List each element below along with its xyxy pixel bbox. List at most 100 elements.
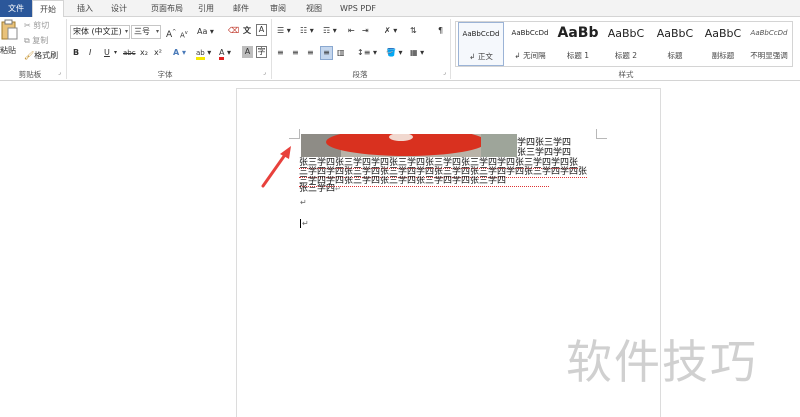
numbering-button[interactable]: ☷ ▾ [300, 25, 314, 37]
paste-label: 粘贴 [0, 46, 16, 55]
shrink-font-button[interactable]: Av [180, 27, 188, 41]
style-preview: AaBbC [607, 27, 645, 40]
font-group-label: 字体 [157, 70, 173, 79]
tab-wps-pdf[interactable]: WPS PDF [336, 0, 380, 17]
superscript-button[interactable]: x² [154, 47, 162, 59]
enclose-char-button[interactable]: 字 [256, 46, 267, 58]
font-size-select[interactable]: 三号 ▾ [131, 25, 161, 39]
paragraph-mark: ↵ [300, 219, 309, 228]
phonetic-guide-button[interactable]: 文 [243, 25, 251, 37]
font-color-icon: A [219, 48, 225, 60]
font-name-value: 宋体 (中文正) [73, 27, 122, 36]
decrease-indent-icon: ⇤ [348, 26, 355, 35]
align-right-button[interactable]: ≡ [307, 47, 314, 59]
tab-design[interactable]: 设计 [104, 0, 134, 17]
text-effects-button[interactable]: A ▾ [173, 47, 186, 59]
red-arrow-icon [261, 146, 291, 188]
phonetic-guide-icon: 文 [243, 26, 251, 35]
distributed-button[interactable]: ▥ [337, 47, 345, 59]
cut-button[interactable]: ✂ 剪切 [24, 20, 49, 32]
bold-button[interactable]: B [73, 47, 79, 59]
highlight-button[interactable]: ab ▾ [196, 47, 211, 60]
justify-button[interactable]: ≡ [320, 46, 333, 60]
show-marks-button[interactable]: ¶ [438, 25, 443, 37]
paste-icon [1, 19, 18, 40]
char-border-button[interactable]: A [256, 24, 267, 36]
styles-group-label: 样式 [618, 70, 634, 79]
tab-mailings[interactable]: 邮件 [225, 0, 257, 17]
bullets-button[interactable]: ☰ ▾ [277, 25, 291, 37]
style-heading-2[interactable]: AaBbC 标题 2 [602, 22, 650, 66]
format-painter-button[interactable]: 🖌格式刷 [24, 50, 58, 62]
change-case-icon: Aa [197, 27, 208, 36]
grow-font-button[interactable]: A^ [166, 26, 176, 41]
tab-home[interactable]: 开始 [32, 0, 64, 18]
italic-button[interactable]: I [89, 47, 91, 59]
embedded-image[interactable] [301, 134, 517, 157]
font-name-select[interactable]: 宋体 (中文正) ▾ [70, 25, 130, 39]
style-normal[interactable]: AaBbCcDd ↲ 正文 [458, 22, 504, 66]
char-border-icon: A [258, 25, 265, 34]
cut-label: 剪切 [33, 21, 50, 30]
brush-icon: 🖌 [24, 51, 35, 60]
increase-indent-icon: ⇥ [362, 26, 369, 35]
paragraph-mark: ↵ [300, 198, 307, 207]
tab-insert[interactable]: 插入 [70, 0, 100, 17]
borders-button[interactable]: ▦ ▾ [410, 47, 424, 59]
align-left-button[interactable]: ≡ [277, 47, 284, 59]
ribbon: 粘贴 ✂ 剪切 ⧉ 复制 🖌格式刷 剪贴板 ⌟ 宋体 (中文正) ▾ 三号 ▾ A^… [0, 17, 800, 81]
document-text-line: 张三学四学四 [517, 148, 572, 158]
style-subtle-emphasis[interactable]: AaBbCcDd 不明显强调 [746, 22, 792, 66]
subscript-button[interactable]: x₂ [140, 47, 148, 59]
clipboard-launcher-icon[interactable]: ⌟ [58, 69, 61, 76]
clipboard-group-label: 剪贴板 [18, 70, 42, 79]
crop-mark [299, 129, 300, 139]
tab-view[interactable]: 视图 [298, 0, 330, 17]
enclose-char-icon: 字 [257, 47, 266, 56]
decrease-indent-button[interactable]: ⇤ [348, 25, 355, 37]
line-spacing-button[interactable]: ↕≡ ▾ [357, 47, 377, 59]
text-effects-icon: A [173, 48, 180, 57]
char-shading-button[interactable]: A [242, 46, 253, 58]
tab-review[interactable]: 审阅 [262, 0, 294, 17]
strikethrough-button[interactable]: abc [123, 47, 136, 59]
group-divider [66, 19, 67, 79]
change-case-button[interactable]: Aa ▾ [197, 26, 214, 38]
paint-bucket-icon: 🪣 [386, 48, 396, 57]
style-preview: AaBbC [704, 27, 742, 40]
style-name: 标题 [667, 51, 683, 60]
style-title[interactable]: AaBbC 标题 [651, 22, 699, 66]
align-left-icon: ≡ [277, 48, 284, 57]
paragraph-group-label: 段落 [352, 70, 368, 79]
ribbon-tabs: 文件 开始 插入 设计 页面布局 引用 邮件 审阅 视图 WPS PDF [0, 0, 800, 18]
copy-label: 复制 [32, 36, 49, 45]
style-name: 标题 1 [566, 51, 590, 60]
style-no-spacing[interactable]: AaBbCcDd ↲ 无间隔 [506, 22, 554, 66]
sort-button[interactable]: ⇅ [410, 25, 417, 37]
multilevel-list-button[interactable]: ☶ ▾ [323, 25, 337, 37]
clear-format-button[interactable]: ⌫ [228, 25, 239, 37]
underline-button[interactable]: U [104, 47, 110, 59]
align-right-icon: ≡ [307, 48, 314, 57]
tab-file[interactable]: 文件 [0, 0, 32, 17]
style-heading-1[interactable]: AaBb 标题 1 [555, 22, 601, 66]
tab-page-layout[interactable]: 页面布局 [142, 0, 192, 17]
scissors-icon: ✂ [24, 21, 31, 30]
shading-button[interactable]: 🪣 ▾ [386, 47, 403, 59]
style-preview: AaBb [557, 25, 599, 41]
format-painter-label: 格式刷 [34, 51, 59, 60]
paste-button[interactable] [0, 19, 20, 47]
chinese-layout-button[interactable]: ✗ ▾ [384, 25, 397, 37]
font-color-button[interactable]: A ▾ [219, 47, 231, 60]
justify-icon: ≡ [323, 48, 330, 57]
chevron-down-icon: ▾ [155, 28, 159, 35]
copy-button[interactable]: ⧉ 复制 [24, 35, 48, 47]
align-center-button[interactable]: ≡ [292, 47, 299, 59]
font-launcher-icon[interactable]: ⌟ [263, 69, 266, 76]
sort-icon: ⇅ [410, 26, 417, 35]
tab-references[interactable]: 引用 [192, 0, 220, 17]
style-subtitle[interactable]: AaBbC 副标题 [700, 22, 746, 66]
increase-indent-button[interactable]: ⇥ [362, 25, 369, 37]
paragraph-launcher-icon[interactable]: ⌟ [443, 69, 446, 76]
underline-dropdown[interactable]: ▾ [114, 47, 117, 59]
